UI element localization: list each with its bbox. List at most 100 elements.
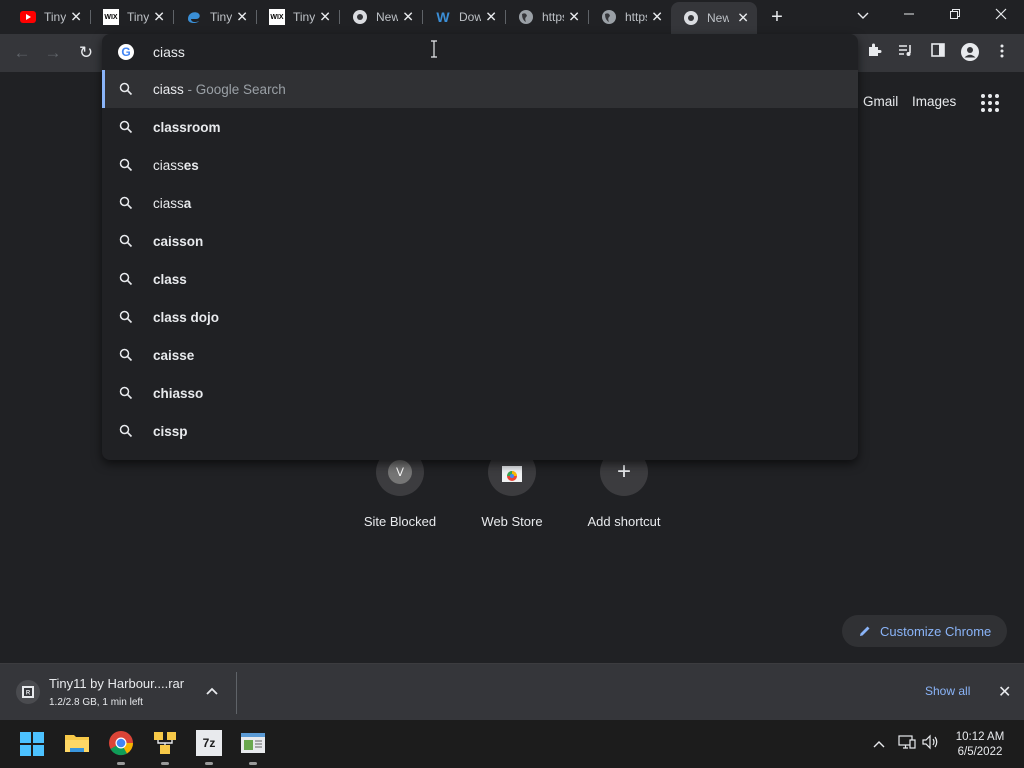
network-share-icon[interactable]	[152, 730, 178, 756]
suggestion-text: ciasses	[153, 157, 199, 173]
suggestion-item[interactable]: caisse	[102, 336, 858, 374]
suggestion-item[interactable]: chiasso	[102, 374, 858, 412]
minimize-icon[interactable]	[894, 4, 924, 28]
divider	[236, 672, 237, 714]
omnibox-input-row: G	[102, 34, 858, 70]
back-arrow-icon[interactable]: ←	[11, 42, 33, 64]
wordpress-w-icon: W	[436, 9, 450, 25]
suggestion-text: class	[153, 271, 187, 287]
profile-avatar-icon[interactable]	[959, 42, 981, 64]
search-icon	[119, 386, 133, 400]
tab-9-active[interactable]: New Tab ✕	[671, 2, 757, 34]
windows-start-icon[interactable]	[20, 732, 44, 756]
tab-2[interactable]: WIX Tiny11 ✕	[91, 4, 173, 30]
new-tab-button[interactable]: +	[766, 6, 788, 28]
download-filename[interactable]: Tiny11 by Harbour....rar	[49, 676, 184, 691]
close-icon[interactable]: ✕	[998, 682, 1011, 702]
download-status: 1.2/2.8 GB, 1 min left	[49, 697, 143, 708]
suggestion-item[interactable]: ciassa	[102, 184, 858, 222]
globe-icon	[601, 9, 617, 25]
close-icon[interactable]: ✕	[70, 9, 82, 26]
close-icon[interactable]: ✕	[402, 9, 414, 26]
side-panel-icon[interactable]	[927, 42, 949, 64]
7zip-icon[interactable]: 7z	[196, 730, 222, 756]
tab-title: New Tab	[707, 11, 729, 25]
file-explorer-icon[interactable]	[64, 730, 90, 756]
shortcut-site-blocked[interactable]: V Site Blocked	[344, 448, 456, 529]
menu-kebab-icon[interactable]	[991, 42, 1013, 64]
running-indicator	[249, 762, 257, 765]
download-shelf: R Tiny11 by Harbour....rar 1.2/2.8 GB, 1…	[0, 663, 1024, 720]
address-bar-input[interactable]	[153, 42, 833, 62]
tab-8[interactable]: https ✕	[589, 4, 671, 30]
chrome-icon	[683, 10, 699, 26]
suggestion-item[interactable]: ciass - Google Search	[102, 70, 858, 108]
network-icon[interactable]	[898, 734, 916, 752]
images-link[interactable]: Images	[912, 94, 956, 109]
suggestion-item[interactable]: classroom	[102, 108, 858, 146]
tab-6[interactable]: W Download ✕	[423, 4, 505, 30]
tab-1[interactable]: Tiny11 ✕	[8, 4, 90, 30]
suggestion-item[interactable]: caisson	[102, 222, 858, 260]
customize-chrome-label: Customize Chrome	[880, 623, 992, 639]
system-clock[interactable]: 10:12 AM 6/5/2022	[946, 730, 1014, 760]
show-all-button[interactable]: Show all	[925, 684, 970, 698]
suggestion-text: cissp	[153, 423, 188, 439]
reload-icon[interactable]: ↻	[75, 42, 97, 64]
shortcut-web-store[interactable]: Web Store	[456, 448, 568, 529]
wix-icon: WIX	[269, 9, 285, 25]
window-close-icon[interactable]	[986, 4, 1016, 28]
clock-time: 10:12 AM	[955, 731, 1005, 743]
customize-chrome-button[interactable]: Customize Chrome	[842, 615, 1007, 647]
suggestion-list: ciass - Google Search classroom ciasses cia…	[102, 70, 858, 450]
notepad-app-icon[interactable]	[240, 730, 266, 756]
shortcut-label: Site Blocked	[363, 514, 437, 529]
text-cursor-icon	[431, 40, 437, 58]
globe-icon	[518, 9, 534, 25]
running-indicator	[117, 762, 125, 765]
tab-title: Tiny11	[293, 10, 315, 24]
close-icon[interactable]: ✕	[651, 9, 663, 26]
suggestion-text: ciassa	[153, 195, 192, 211]
suggestion-item[interactable]: cissp	[102, 412, 858, 450]
shortcut-label: Add shortcut	[587, 514, 661, 529]
close-icon[interactable]: ✕	[568, 9, 580, 26]
pencil-icon	[860, 626, 870, 636]
media-control-icon[interactable]	[895, 42, 917, 64]
chrome-taskbar-icon[interactable]	[108, 730, 134, 756]
gmail-link[interactable]: Gmail	[863, 94, 898, 109]
close-icon[interactable]: ✕	[236, 9, 248, 26]
tab-3[interactable]: Tiny11 ✕	[174, 4, 256, 30]
forward-arrow-icon[interactable]: →	[42, 42, 64, 64]
chevron-up-icon[interactable]	[204, 684, 220, 700]
google-apps-icon[interactable]	[981, 94, 999, 112]
tab-7[interactable]: https ✕	[506, 4, 588, 30]
suggestion-item[interactable]: class	[102, 260, 858, 298]
shortcut-add[interactable]: + Add shortcut	[568, 448, 680, 529]
search-icon	[119, 310, 133, 324]
svg-text:R: R	[26, 691, 31, 697]
tab-title: Tiny11	[44, 10, 66, 24]
restore-icon[interactable]	[940, 4, 970, 28]
suggestion-text: ciass - Google Search	[153, 81, 286, 97]
tab-5[interactable]: New Tab ✕	[340, 4, 422, 30]
close-icon[interactable]: ✕	[485, 9, 497, 26]
search-icon	[119, 348, 133, 362]
close-icon[interactable]: ✕	[737, 10, 749, 27]
extensions-puzzle-icon[interactable]	[863, 42, 885, 64]
google-g-icon: G	[118, 44, 134, 60]
suggestion-item[interactable]: class dojo	[102, 298, 858, 336]
speaker-volume-icon[interactable]	[922, 734, 940, 752]
close-icon[interactable]: ✕	[319, 9, 331, 26]
shortcut-label: Web Store	[481, 514, 543, 529]
suggestion-item[interactable]: ciasses	[102, 146, 858, 184]
search-icon	[119, 196, 133, 210]
youtube-icon	[20, 9, 36, 25]
close-icon[interactable]: ✕	[153, 9, 165, 26]
clock-date: 6/5/2022	[957, 746, 1003, 758]
tab-search-chevron-icon[interactable]	[848, 4, 878, 28]
tab-4[interactable]: WIX Tiny11 ✕	[257, 4, 339, 30]
edge-icon	[186, 9, 202, 25]
suggestion-text: classroom	[153, 119, 221, 135]
chevron-up-tray-icon[interactable]	[870, 734, 888, 752]
